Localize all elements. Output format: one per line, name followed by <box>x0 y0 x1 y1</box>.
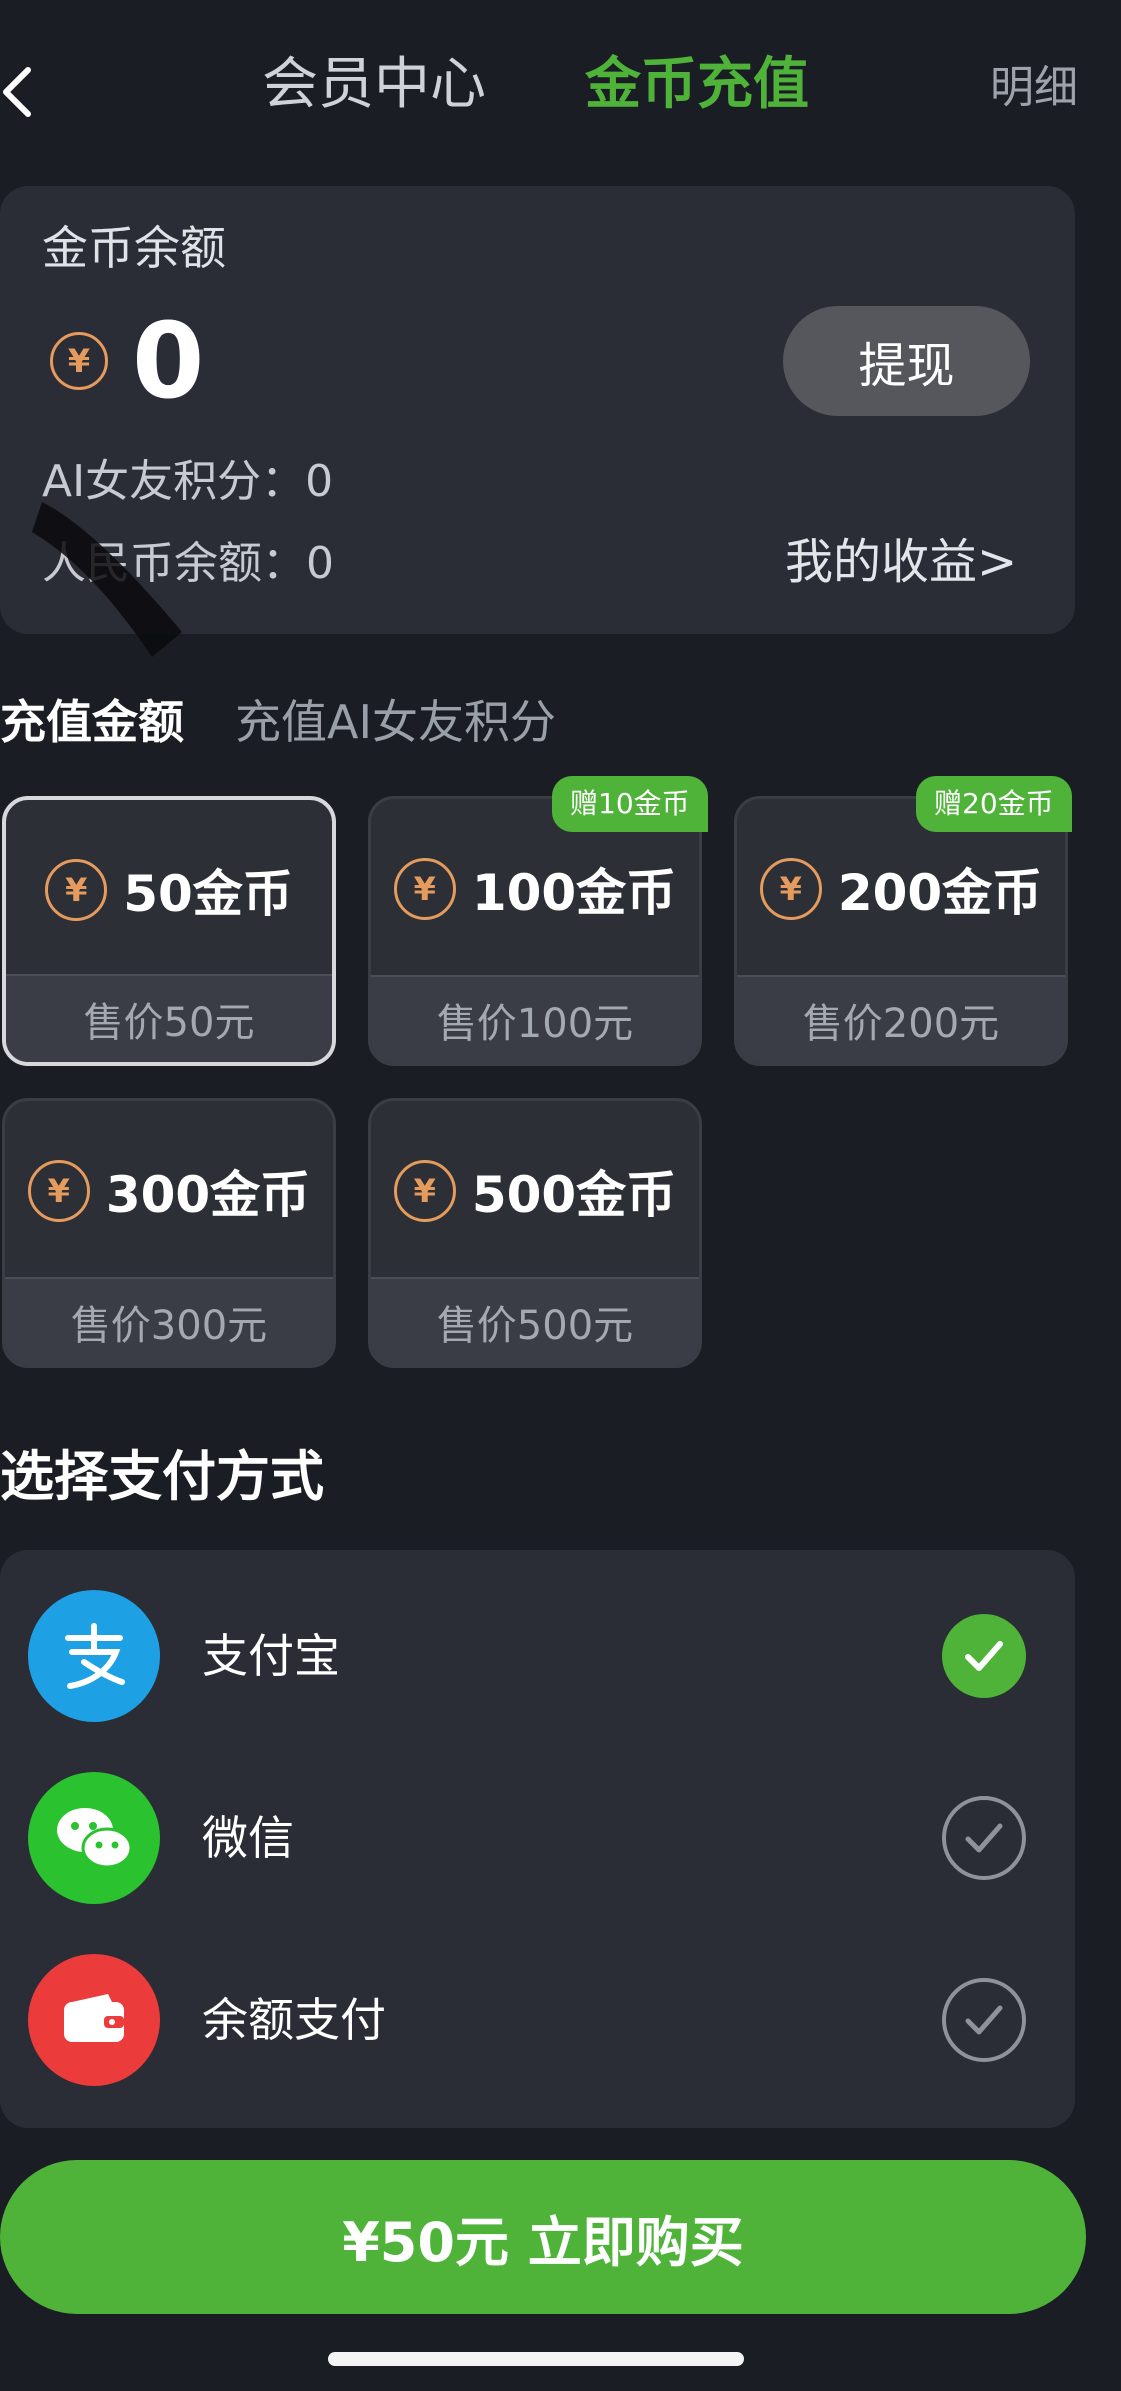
alipay-icon <box>28 1590 160 1722</box>
package-amount-area: ¥ 50金币 <box>6 800 332 980</box>
wechat-icon <box>28 1772 160 1904</box>
bonus-badge: 赠20金币 <box>916 776 1072 832</box>
package-price: 售价50元 <box>6 974 332 1062</box>
buy-now-button[interactable]: ¥50元 立即购买 <box>0 2160 1086 2314</box>
coin-package-50[interactable]: ¥ 50金币 售价50元 <box>2 796 336 1066</box>
payment-method-title: 选择支付方式 <box>0 1445 324 1508</box>
package-amount: 50金币 <box>123 865 293 923</box>
coin-icon: ¥ <box>45 859 108 921</box>
coin-icon: ¥ <box>50 332 108 390</box>
coin-icon: ¥ <box>393 858 456 920</box>
package-amount-area: ¥ 300金币 <box>5 1101 333 1281</box>
package-amount: 500金币 <box>471 1166 677 1224</box>
coin-icon: ¥ <box>759 858 822 920</box>
coin-package-200[interactable]: ¥ 200金币 售价200元 <box>734 796 1068 1066</box>
coin-icon: ¥ <box>393 1160 456 1222</box>
payment-label: 余额支付 <box>202 1993 386 2047</box>
balance-title: 金币余额 <box>42 221 226 275</box>
back-button[interactable] <box>0 62 40 122</box>
check-unselected-icon[interactable] <box>942 1978 1026 2062</box>
package-amount-area: ¥ 500金币 <box>371 1101 699 1281</box>
package-price: 售价100元 <box>371 975 699 1063</box>
tab-coin-recharge[interactable]: 金币充值 <box>585 50 809 120</box>
wallet-icon <box>28 1954 160 2086</box>
coin-balance-value: 0 <box>132 300 205 422</box>
payment-option-alipay[interactable] <box>0 1590 1075 1722</box>
bonus-badge: 赠10金币 <box>552 776 708 832</box>
coin-package-500[interactable]: ¥ 500金币 售价500元 <box>368 1098 702 1368</box>
package-amount: 300金币 <box>105 1166 311 1224</box>
coin-package-300[interactable]: ¥ 300金币 售价300元 <box>2 1098 336 1368</box>
coin-icon: ¥ <box>27 1160 90 1222</box>
payment-option-balance[interactable] <box>0 1954 1075 2086</box>
check-selected-icon[interactable] <box>942 1614 1026 1698</box>
package-price: 售价300元 <box>5 1277 333 1365</box>
tab-recharge-amount[interactable]: 充值金额 <box>0 692 184 752</box>
payment-label: 微信 <box>202 1811 294 1865</box>
payment-label: 支付宝 <box>202 1629 340 1683</box>
withdraw-button[interactable]: 提现 <box>783 306 1030 416</box>
coin-package-100[interactable]: ¥ 100金币 售价100元 <box>368 796 702 1066</box>
package-amount: 100金币 <box>471 864 677 922</box>
home-indicator[interactable] <box>328 2352 744 2366</box>
tab-vip-center[interactable]: 会员中心 <box>262 50 486 120</box>
package-amount: 200金币 <box>837 864 1043 922</box>
tab-recharge-ai-points[interactable]: 充值AI女友积分 <box>235 692 556 752</box>
chevron-left-icon <box>3 67 31 117</box>
package-price: 售价200元 <box>737 975 1065 1063</box>
my-earnings-link[interactable]: 我的收益> <box>785 532 1017 592</box>
detail-link[interactable]: 明细 <box>990 58 1078 118</box>
swipe-gesture-icon <box>32 502 182 657</box>
package-price: 售价500元 <box>371 1277 699 1365</box>
payment-option-wechat[interactable] <box>0 1772 1075 1904</box>
check-unselected-icon[interactable] <box>942 1796 1026 1880</box>
